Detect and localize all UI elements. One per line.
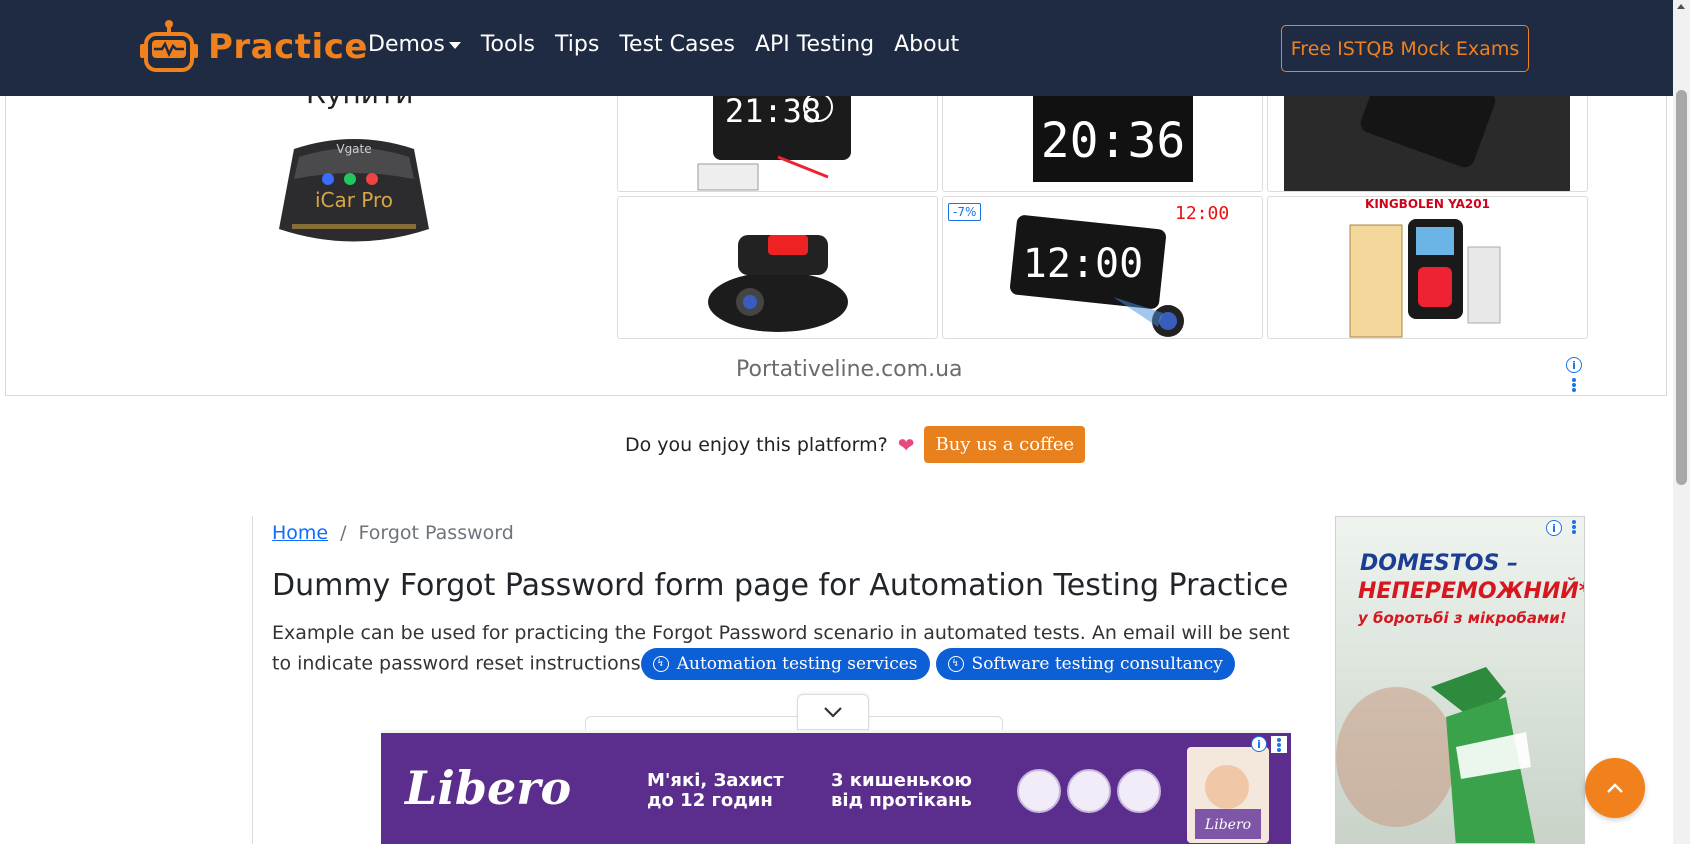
ad-menu-icon[interactable] [1571,377,1577,393]
buy-coffee-button[interactable]: Buy us a coffee [924,426,1086,463]
ad-product-tile[interactable]: KINGBOLEN YA201 [1267,196,1588,339]
ad-product-tile[interactable] [617,196,938,339]
ad-product-tile[interactable]: -7% 12:00 12:00 [942,196,1263,339]
page-scrollbar[interactable] [1673,0,1690,844]
info-icon[interactable]: i [1546,520,1562,536]
content-divider [252,516,253,844]
kingbolen-title: KINGBOLEN YA201 [1365,197,1490,211]
support-banner: Do you enjoy this platform? ❤ Buy us a c… [625,426,1086,463]
back-to-top-button[interactable] [1585,758,1645,818]
feature-icon [1117,769,1161,813]
obd-brand-label: Vgate [336,142,371,156]
bottom-ad-banner[interactable]: Libero М'які, Захист до 12 годин 3 кишен… [381,730,1291,844]
chevron-down-icon [824,707,842,718]
breadcrumb-home-link[interactable]: Home [272,522,328,544]
istqb-mock-exams-button[interactable]: Free ISTQB Mock Exams [1281,25,1529,72]
top-ad-banner[interactable]: Купити Vgate iCar Pro 21:38 20:3 [5,60,1667,396]
nav-item-tools[interactable]: Tools [481,32,535,57]
page-description: Example can be used for practicing the F… [272,618,1312,680]
obd-scanner-image[interactable]: Vgate iCar Pro [264,129,444,259]
projection-digits: 12:00 [1175,203,1229,224]
ad-domain[interactable]: Portativeline.com.ua [736,357,963,382]
ad-claim-2: 3 кишенькою від протікань [831,770,972,811]
nav-item-test-cases[interactable]: Test Cases [619,32,735,57]
scrollbar-thumb[interactable] [1676,90,1687,485]
discount-badge: -7% [948,203,982,221]
nav-links: Demos Tools Tips Test Cases API Testing … [368,32,979,57]
clock-digits: 20:36 [1041,113,1186,169]
breadcrumb-current: Forgot Password [358,522,514,544]
nav-item-demos[interactable]: Demos [368,32,461,57]
page: Купити Vgate iCar Pro 21:38 20:3 [0,0,1690,844]
ad-menu-icon[interactable] [1271,736,1287,753]
clock-digits: 12:00 [1023,241,1143,287]
lightning-icon: ↯ [947,656,964,672]
feature-icon [1067,769,1111,813]
robot-logo-icon [140,20,198,72]
scroll-up-arrow-icon[interactable] [1677,4,1685,9]
nav-item-api-testing[interactable]: API Testing [755,32,874,57]
brand-link[interactable]: Practice [140,18,368,76]
automation-testing-services-link[interactable]: ↯ Automation testing services [640,648,930,680]
collapse-ad-button[interactable] [797,694,869,730]
libero-logo: Libero [405,761,572,815]
caret-down-icon [448,41,461,49]
nav-item-about[interactable]: About [894,32,959,57]
bleach-bottle-image [1336,667,1536,843]
feature-icon [1017,769,1061,813]
navbar: Practice Demos Tools Tips Test Cases API… [0,0,1673,96]
ad-menu-icon[interactable] [1566,519,1582,536]
nav-item-tips[interactable]: Tips [555,32,599,57]
obd-product-label: iCar Pro [315,188,393,212]
pack-brand-label: Libero [1204,817,1251,833]
libero-pack-image: Libero [1187,747,1269,843]
page-title: Dummy Forgot Password form page for Auto… [272,568,1289,603]
chevron-up-icon [1607,783,1623,793]
support-text: Do you enjoy this platform? [625,433,888,456]
heart-icon: ❤ [897,432,915,457]
form-container-edge [585,716,1003,730]
lightning-icon: ↯ [652,656,669,672]
info-icon[interactable]: i [1566,357,1582,373]
ad-claim-1: М'які, Захист до 12 годин [647,770,784,811]
side-ad-banner[interactable]: DOMESTOS – НЕПЕРЕМОЖНИЙ* у боротьбі з мі… [1335,516,1585,844]
breadcrumb: Home / Forgot Password [272,522,514,544]
breadcrumb-separator: / [340,522,347,544]
software-testing-consultancy-link[interactable]: ↯ Software testing consultancy [935,648,1235,680]
info-icon[interactable]: i [1251,736,1267,752]
brand-name: Practice [208,27,368,67]
